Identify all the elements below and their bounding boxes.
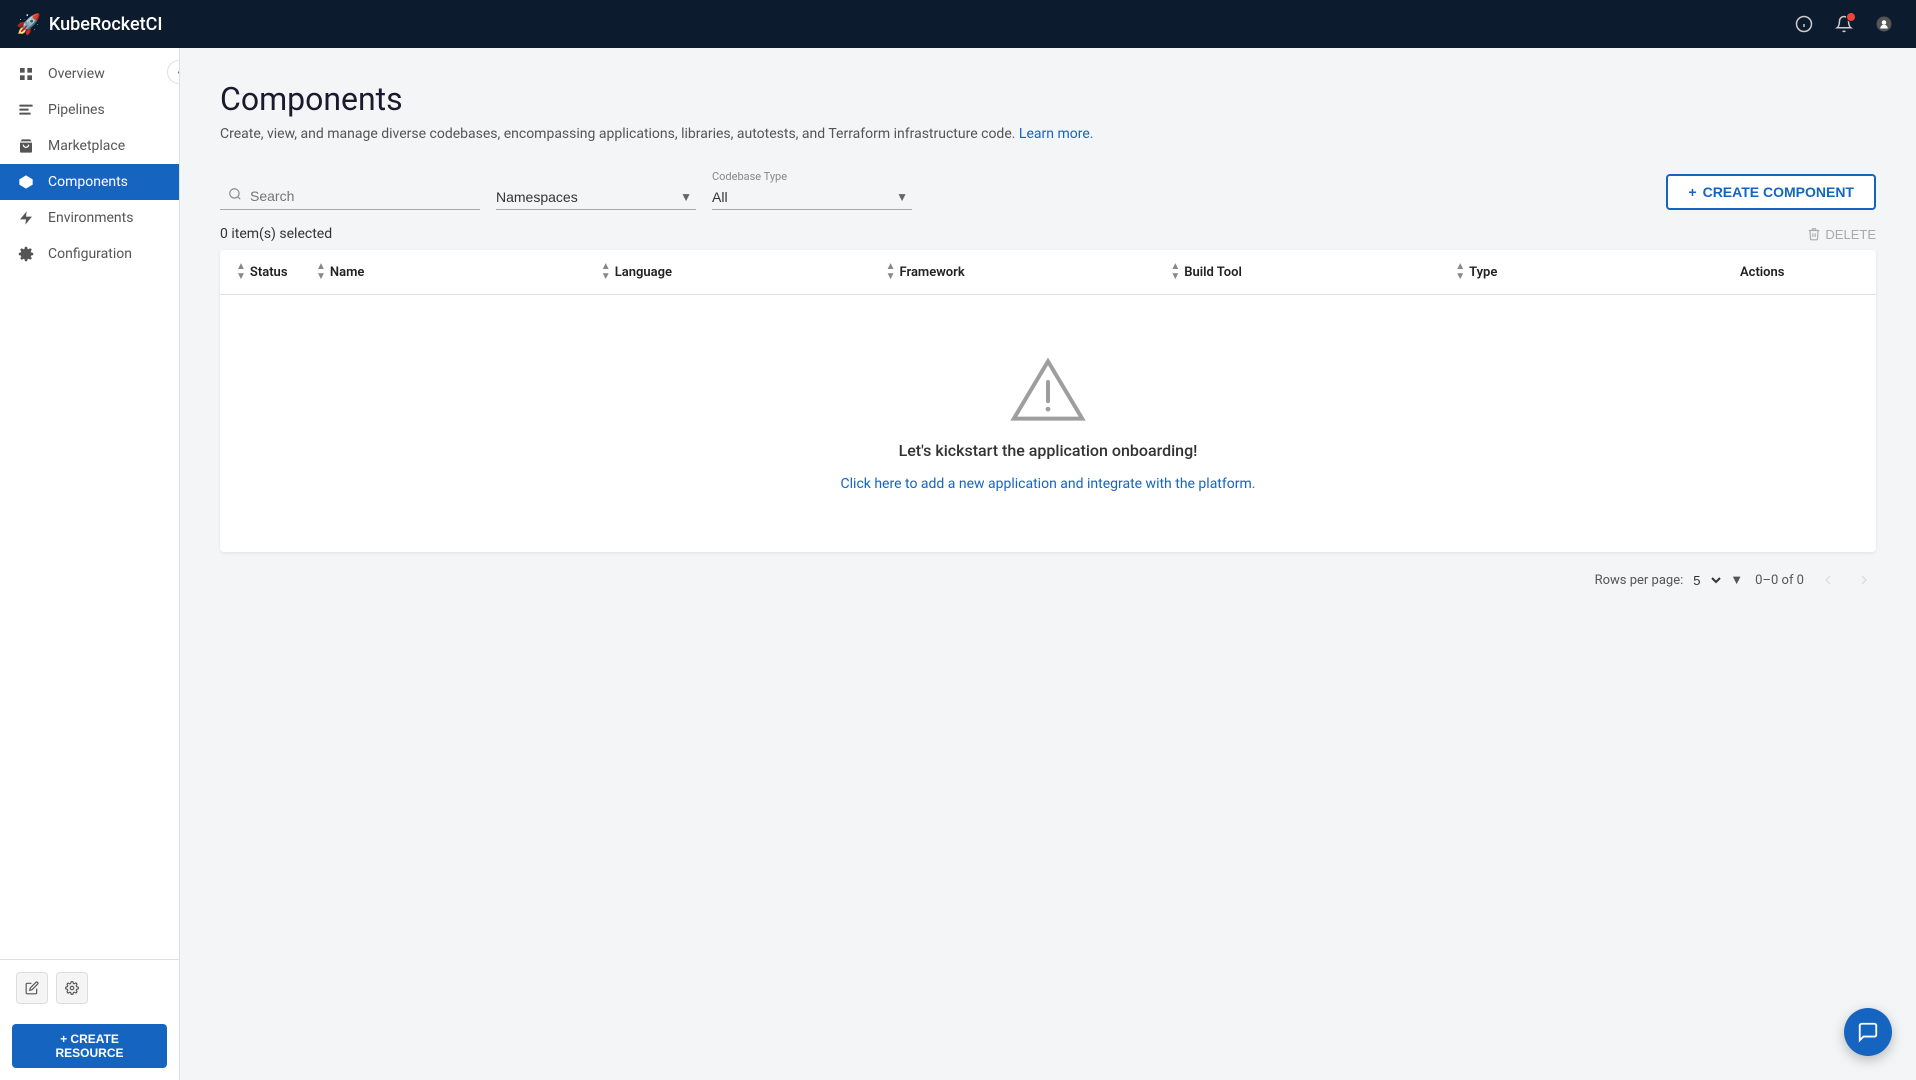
codebase-type-label: Codebase Type <box>712 170 912 183</box>
create-component-button[interactable]: + CREATE COMPONENT <box>1666 174 1876 210</box>
selection-bar: 0 item(s) selected DELETE <box>220 226 1876 242</box>
sort-buildtool-icon: ▲▼ <box>1170 262 1180 282</box>
sidebar-item-configuration[interactable]: Configuration <box>0 236 179 272</box>
rows-per-page: Rows per page: 5 10 25 ▼ <box>1595 572 1744 589</box>
page-subtitle: Create, view, and manage diverse codebas… <box>220 126 1876 142</box>
col-actions-label: Actions <box>1740 265 1785 280</box>
page-info: 0–0 of 0 <box>1755 573 1804 588</box>
codebase-type-dropdown-icon: ▼ <box>896 190 908 204</box>
search-icon <box>228 187 242 205</box>
col-type[interactable]: ▲▼ Type <box>1455 262 1740 282</box>
components-icon <box>16 174 36 190</box>
namespace-select[interactable]: Namespaces <box>496 189 680 205</box>
namespace-dropdown-icon: ▼ <box>680 190 692 204</box>
sort-type-icon: ▲▼ <box>1455 262 1465 282</box>
notifications-button[interactable] <box>1828 8 1860 40</box>
app-name: KubeRocketCI <box>49 14 163 35</box>
page-title: Components <box>220 80 1876 118</box>
edit-button[interactable] <box>16 972 48 1004</box>
col-status[interactable]: ▲▼ Status <box>236 262 316 282</box>
sidebar-nav: Overview Pipelines Marketplace Component… <box>0 48 179 959</box>
learn-more-link[interactable]: Learn more. <box>1019 126 1094 142</box>
create-resource-button[interactable]: + CREATE RESOURCE <box>12 1024 167 1068</box>
info-button[interactable] <box>1788 8 1820 40</box>
sidebar-item-components-label: Components <box>48 174 128 190</box>
sidebar-item-environments-label: Environments <box>48 210 133 226</box>
rocket-icon: 🚀 <box>16 12 41 36</box>
codebase-type-field: Codebase Type All Application Library Au… <box>712 170 912 210</box>
sidebar-item-marketplace-label: Marketplace <box>48 138 125 154</box>
rows-per-page-dropdown-icon: ▼ <box>1730 572 1743 588</box>
col-buildtool-label: Build Tool <box>1184 265 1242 280</box>
sort-status-icon: ▲▼ <box>236 262 246 282</box>
sidebar-item-pipelines[interactable]: Pipelines <box>0 92 179 128</box>
sidebar-footer <box>0 959 179 1016</box>
topnav-actions <box>1788 8 1900 40</box>
app-layout: ‹ Overview Pipelines Marketplace <box>0 48 1916 1080</box>
rows-per-page-select[interactable]: 5 10 25 <box>1689 572 1724 589</box>
search-input[interactable] <box>250 188 472 204</box>
pipelines-icon <box>16 102 36 118</box>
namespace-select-field: Namespaces ▼ <box>496 185 696 210</box>
environments-icon <box>16 210 36 226</box>
sidebar-item-overview[interactable]: Overview <box>0 56 179 92</box>
table-container: ▲▼ Status ▲▼ Name ▲▼ Language ▲▼ Framewo… <box>220 250 1876 552</box>
sort-name-icon: ▲▼ <box>316 262 326 282</box>
col-type-label: Type <box>1469 265 1497 280</box>
filters-row: Namespaces ▼ Codebase Type All Applicati… <box>220 170 1876 210</box>
col-framework-label: Framework <box>900 265 965 280</box>
col-buildtool[interactable]: ▲▼ Build Tool <box>1170 262 1455 282</box>
app-brand: 🚀 KubeRocketCI <box>16 12 1788 36</box>
col-name-label: Name <box>330 265 364 280</box>
overview-icon <box>16 66 36 82</box>
col-framework[interactable]: ▲▼ Framework <box>886 262 1171 282</box>
topnav: 🚀 KubeRocketCI <box>0 0 1916 48</box>
settings-button[interactable] <box>56 972 88 1004</box>
empty-state: Let's kickstart the application onboardi… <box>220 295 1876 552</box>
col-status-label: Status <box>250 265 288 280</box>
sidebar-item-environments[interactable]: Environments <box>0 200 179 236</box>
chat-fab-button[interactable] <box>1844 1008 1892 1056</box>
col-actions: Actions <box>1740 265 1860 280</box>
account-button[interactable] <box>1868 8 1900 40</box>
sidebar-item-marketplace[interactable]: Marketplace <box>0 128 179 164</box>
sidebar-item-components[interactable]: Components <box>0 164 179 200</box>
empty-title: Let's kickstart the application onboardi… <box>899 441 1198 460</box>
sort-language-icon: ▲▼ <box>601 262 611 282</box>
create-resource-label: + CREATE RESOURCE <box>26 1032 153 1060</box>
next-page-button[interactable] <box>1852 568 1876 592</box>
codebase-type-select-wrapper: All Application Library Autotest ▼ <box>712 185 912 210</box>
sidebar-item-overview-label: Overview <box>48 66 105 82</box>
configuration-icon <box>16 246 36 262</box>
delete-label: DELETE <box>1825 227 1876 242</box>
selection-count: 0 item(s) selected <box>220 226 332 242</box>
prev-page-button[interactable] <box>1816 568 1840 592</box>
delete-button[interactable]: DELETE <box>1807 227 1876 242</box>
sidebar: ‹ Overview Pipelines Marketplace <box>0 48 180 1080</box>
search-field <box>220 183 480 210</box>
col-language[interactable]: ▲▼ Language <box>601 262 886 282</box>
rows-per-page-label: Rows per page: <box>1595 573 1684 588</box>
create-component-icon: + <box>1688 184 1696 200</box>
sidebar-item-pipelines-label: Pipelines <box>48 102 105 118</box>
pagination-row: Rows per page: 5 10 25 ▼ 0–0 of 0 <box>220 568 1876 592</box>
marketplace-icon <box>16 138 36 154</box>
sidebar-item-configuration-label: Configuration <box>48 246 132 262</box>
warning-icon <box>1008 355 1088 425</box>
table-header: ▲▼ Status ▲▼ Name ▲▼ Language ▲▼ Framewo… <box>220 250 1876 295</box>
create-component-label: CREATE COMPONENT <box>1703 184 1854 200</box>
codebase-type-select[interactable]: All Application Library Autotest <box>712 189 896 205</box>
page-subtitle-text: Create, view, and manage diverse codebas… <box>220 126 1015 142</box>
empty-action-link[interactable]: Click here to add a new application and … <box>841 476 1256 492</box>
col-name[interactable]: ▲▼ Name <box>316 262 601 282</box>
sort-framework-icon: ▲▼ <box>886 262 896 282</box>
col-language-label: Language <box>615 265 672 280</box>
namespace-select-wrapper: Namespaces ▼ <box>496 185 696 210</box>
main-content: Components Create, view, and manage dive… <box>180 48 1916 1080</box>
